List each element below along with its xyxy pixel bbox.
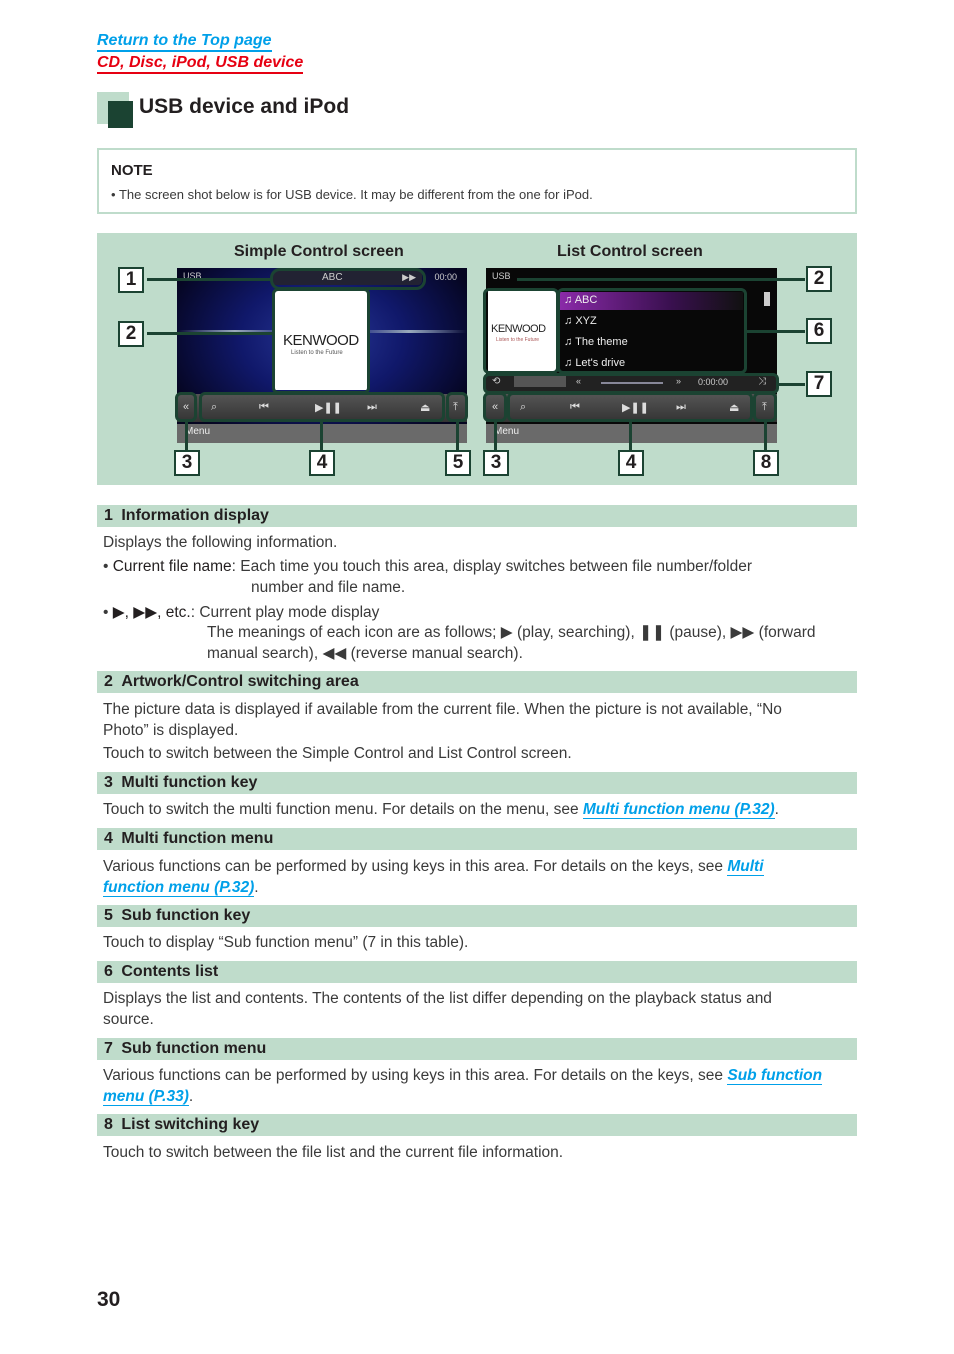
- section-4-header: 4 Multi function menu: [97, 828, 857, 850]
- s6-p: Displays the list and contents. The cont…: [103, 990, 772, 1028]
- highlight-list-artwork: [483, 288, 559, 374]
- return-to-top-link[interactable]: Return to the Top page: [97, 32, 272, 52]
- s1-bullet-1-cont: number and file name.: [251, 579, 406, 596]
- screen-figure: Simple Control screen List Control scree…: [97, 233, 857, 485]
- s2-p1: The picture data is displayed if availab…: [103, 701, 782, 739]
- menu-label[interactable]: Menu: [494, 426, 519, 437]
- highlight-artwork: [272, 288, 370, 394]
- highlight-info: [270, 268, 426, 290]
- time-display: 00:00: [434, 272, 457, 282]
- callout-2: 2: [118, 321, 144, 347]
- s1-intro: Displays the following information.: [103, 534, 338, 551]
- s7-p: Various functions can be performed by us…: [103, 1065, 853, 1107]
- callout-line: [517, 278, 805, 281]
- callout-line: [147, 278, 271, 281]
- section-title: Sub function menu: [121, 1040, 267, 1057]
- section-6-header: 6 Contents list: [97, 961, 857, 983]
- section-number: 1: [104, 507, 113, 524]
- menu-label[interactable]: Menu: [185, 426, 210, 437]
- highlight-list-key: [753, 392, 777, 422]
- note-box: NOTE • The screen shot below is for USB …: [97, 148, 857, 214]
- callout-line: [764, 421, 767, 451]
- callout-3-list: 3: [483, 450, 509, 476]
- highlight-mf-menu: [199, 392, 445, 422]
- s1-bullet-2: • ▶, ▶▶, etc.: Current play mode display: [103, 604, 380, 621]
- section-title: Sub function key: [121, 907, 251, 924]
- section-title: Multi function key: [121, 774, 258, 791]
- callout-line: [147, 332, 273, 335]
- note-text-content: The screen shot below is for USB device.…: [118, 187, 593, 202]
- callout-4-list: 4: [618, 450, 644, 476]
- highlight-mf-menu: [507, 392, 753, 422]
- s4-p: Various functions can be performed by us…: [103, 856, 803, 898]
- section-8-header: 8 List switching key: [97, 1114, 857, 1136]
- term: Current file name: [112, 558, 232, 575]
- section-number: 4: [104, 830, 113, 847]
- callout-5: 5: [445, 450, 471, 476]
- highlight-sub-function-menu: [483, 373, 779, 394]
- source-label: USB: [492, 271, 511, 281]
- highlight-mf-key: [483, 392, 507, 422]
- desc: : Current play mode display: [190, 604, 380, 621]
- section-1-header: 1 Information display: [97, 505, 857, 527]
- list-scrollbar[interactable]: [764, 292, 770, 306]
- section-3-header: 3 Multi function key: [97, 772, 857, 794]
- page-number: 30: [97, 1288, 121, 1311]
- multi-function-menu-link[interactable]: Multi function menu (P.32): [582, 801, 775, 819]
- callout-line: [456, 421, 459, 451]
- callout-2-list: 2: [806, 266, 832, 292]
- highlight-sub-key: [446, 392, 468, 422]
- callout-line: [320, 421, 323, 451]
- s1-bullet-1: • Current file name: Each time you touch…: [103, 558, 753, 575]
- simple-caption: Simple Control screen: [234, 243, 404, 260]
- desc: : Each time you touch this area, display…: [231, 558, 753, 575]
- s2-p2: Touch to switch between the Simple Contr…: [103, 745, 572, 762]
- period: .: [774, 801, 779, 818]
- callout-3: 3: [174, 450, 200, 476]
- callout-6: 6: [806, 318, 832, 344]
- note-heading: NOTE: [111, 162, 153, 179]
- section-number: 6: [104, 963, 113, 980]
- section-title: Artwork/Control switching area: [121, 673, 359, 690]
- callout-1: 1: [118, 267, 144, 293]
- highlight-contents-list: [557, 288, 747, 374]
- section-title: Multi function menu: [121, 830, 274, 847]
- section-number: 2: [104, 673, 113, 690]
- note-text: • The screen shot below is for USB devic…: [111, 187, 593, 202]
- section-5-header: 5 Sub function key: [97, 905, 857, 927]
- section-number: 5: [104, 907, 113, 924]
- section-number: 7: [104, 1040, 113, 1057]
- section-title: Contents list: [121, 963, 219, 980]
- s5-p: Touch to display “Sub function menu” (7 …: [103, 934, 469, 951]
- section-title: List switching key: [121, 1116, 260, 1133]
- callout-4: 4: [309, 450, 335, 476]
- callout-line: [779, 383, 805, 386]
- s7-text: Various functions can be performed by us…: [103, 1067, 728, 1084]
- callout-line: [629, 421, 632, 451]
- page-title: USB device and iPod: [139, 95, 350, 118]
- callout-8: 8: [753, 450, 779, 476]
- highlight-mf-key: [175, 392, 197, 422]
- s3-p: Touch to switch the multi function menu.…: [103, 799, 843, 820]
- title-marker-icon-dark: [108, 101, 133, 128]
- section-2-header: 2 Artwork/Control switching area: [97, 671, 857, 693]
- section-7-header: 7 Sub function menu: [97, 1038, 857, 1060]
- callout-line: [747, 330, 805, 333]
- section-number: 3: [104, 774, 113, 791]
- section-number: 8: [104, 1116, 113, 1133]
- callout-line: [494, 421, 497, 451]
- s1-bullet-2-l3: manual search), ◀◀ (reverse manual searc…: [207, 645, 523, 662]
- period: .: [254, 879, 259, 896]
- term: ▶, ▶▶, etc.: [112, 604, 191, 621]
- s1-bullet-2-l2: The meanings of each icon are as follows…: [207, 624, 816, 641]
- section-title: Information display: [121, 507, 269, 524]
- s4-text: Various functions can be performed by us…: [103, 858, 728, 875]
- callout-7: 7: [806, 371, 832, 397]
- s8-p: Touch to switch between the file list an…: [103, 1144, 564, 1161]
- callout-line: [185, 421, 188, 451]
- period: .: [188, 1088, 194, 1105]
- s3-text: Touch to switch the multi function menu.…: [103, 801, 583, 818]
- list-caption: List Control screen: [557, 243, 703, 260]
- cd-disc-ipod-usb-link[interactable]: CD, Disc, iPod, USB device: [97, 54, 304, 74]
